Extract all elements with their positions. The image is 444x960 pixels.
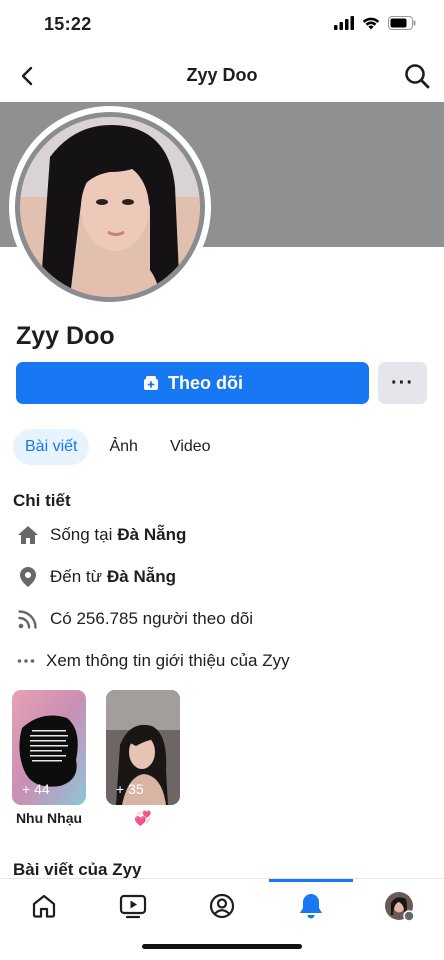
avatar — [20, 117, 200, 297]
profile-picture[interactable] — [9, 106, 211, 308]
detail-followers: Có 256.785 người theo dõi — [16, 607, 253, 631]
tab-videos[interactable]: Video — [158, 429, 223, 465]
followers-text: Có 256.785 người theo dõi — [50, 609, 254, 628]
highlight-1[interactable]: + 44 — [12, 690, 86, 805]
from-prefix: Đến từ — [50, 567, 103, 586]
notifications-tab[interactable] — [296, 891, 326, 921]
highlight-1-count: + 44 — [22, 781, 50, 797]
tab-photos[interactable]: Ảnh — [97, 429, 149, 465]
menu-tab[interactable] — [384, 891, 416, 923]
menu-avatar-icon — [385, 892, 415, 922]
ellipsis-icon — [17, 659, 35, 663]
about-link-text: Xem thông tin giới thiệu của Zyy — [46, 651, 290, 670]
home-indicator — [142, 944, 302, 949]
highlight-2-count: + 35 — [116, 781, 144, 797]
profile-name: Zyy Doo — [16, 322, 115, 350]
profile-tab[interactable] — [207, 891, 237, 921]
highlight-2[interactable]: + 35 — [106, 690, 180, 805]
status-time: 15:22 — [44, 14, 92, 34]
detail-lives-in: Sống tại Đà Nẵng — [16, 523, 186, 547]
nav-bar: Zyy Doo — [0, 52, 444, 100]
profile-tabs: Bài viết Ảnh Video — [13, 429, 223, 465]
battery-icon — [388, 16, 416, 30]
detail-about-link[interactable]: Xem thông tin giới thiệu của Zyy — [16, 649, 290, 673]
posts-section-title: Bài viết của Zyy — [13, 860, 142, 879]
rss-icon — [18, 610, 37, 629]
home-tab[interactable] — [29, 891, 59, 921]
from-place: Đà Nẵng — [107, 567, 176, 586]
more-options-button[interactable]: ··· — [378, 362, 427, 404]
signal-icon — [334, 16, 354, 30]
follow-icon — [144, 376, 158, 390]
nav-title: Zyy Doo — [186, 65, 258, 85]
tab-posts[interactable]: Bài viết — [13, 429, 90, 465]
video-tab-icon — [119, 894, 147, 919]
lives-in-place: Đà Nẵng — [117, 525, 187, 544]
profile-tab-icon — [209, 893, 235, 919]
more-options-label: ··· — [391, 371, 414, 394]
active-tab-indicator — [269, 879, 353, 882]
follow-button-label: Theo dõi — [168, 372, 243, 393]
home-tab-icon — [32, 894, 56, 918]
status-icons — [334, 16, 416, 30]
highlight-1-label: Nhu Nhạu — [15, 810, 83, 826]
status-bar: 15:22 — [0, 0, 444, 50]
wifi-icon — [362, 17, 380, 30]
search-icon[interactable] — [402, 61, 432, 91]
follow-button[interactable]: Theo dõi — [16, 362, 369, 404]
bell-icon — [300, 894, 322, 919]
highlight-2-label: 💞 — [134, 810, 152, 826]
details-title: Chi tiết — [13, 491, 71, 510]
location-icon — [20, 567, 36, 587]
video-tab[interactable] — [118, 891, 148, 921]
lives-in-prefix: Sống tại — [50, 525, 113, 544]
home-icon — [18, 526, 38, 544]
detail-from: Đến từ Đà Nẵng — [16, 565, 176, 589]
